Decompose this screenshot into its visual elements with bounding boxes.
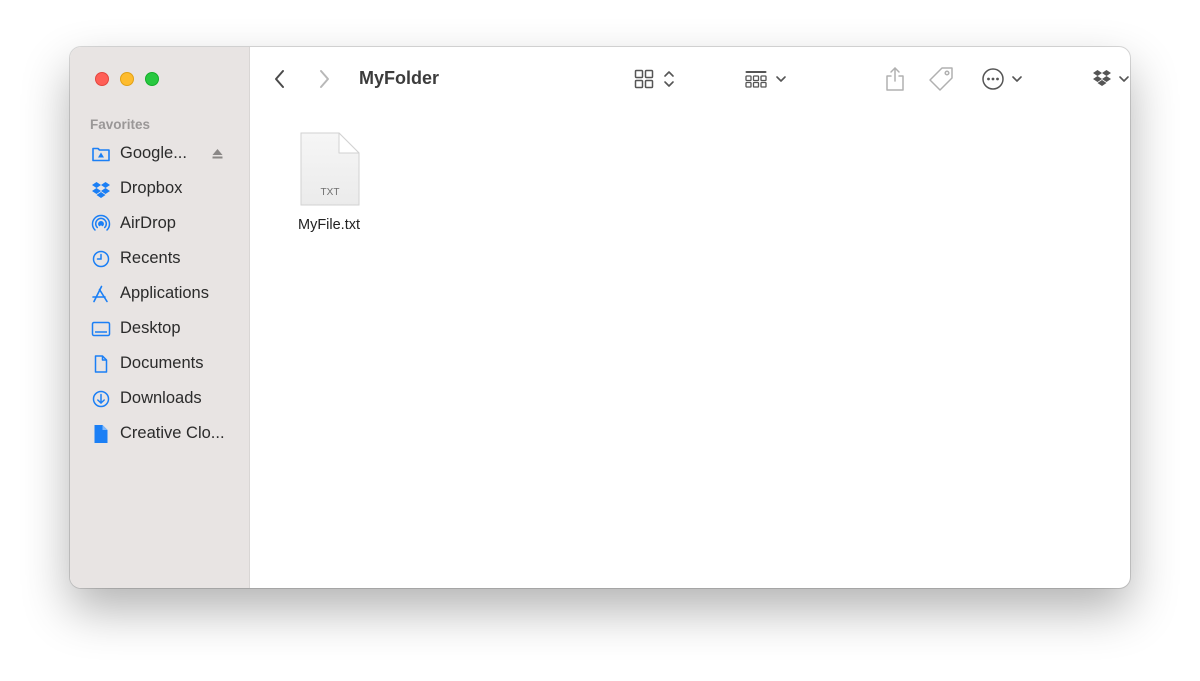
forward-icon [320,70,329,88]
sidebar: Favorites Google... Dropbox AirDrop Rece… [70,47,250,588]
forward-button[interactable] [317,65,331,93]
sidebar-item-creative-cloud[interactable]: Creative Clo... [70,416,249,451]
sidebar-item-recents[interactable]: Recents [70,241,249,276]
eject-icon[interactable] [211,147,224,160]
document-icon [91,354,111,374]
finder-window: Favorites Google... Dropbox AirDrop Rece… [70,47,1130,588]
sidebar-item-documents[interactable]: Documents [70,346,249,381]
sidebar-item-airdrop[interactable]: AirDrop [70,206,249,241]
sidebar-item-label: Desktop [120,319,181,337]
dropbox-icon [1093,70,1129,86]
sidebar-item-desktop[interactable]: Desktop [70,311,249,346]
group-button[interactable] [744,65,790,93]
sidebar-item-label: Applications [120,284,209,302]
tag-icon [929,67,953,91]
sidebar-item-label: Dropbox [120,179,183,197]
folder-title: MyFolder [359,68,440,88]
share-icon [886,67,904,91]
sidebar-item-label: Google... [120,144,187,162]
more-actions-icon [982,68,1022,90]
sidebar-item-label: Recents [120,249,181,267]
creative-cloud-file-icon [91,424,111,444]
back-icon [275,70,284,88]
file-name: MyFile.txt [297,217,361,233]
applications-icon [91,284,111,304]
sidebar-item-label: Creative Clo... [120,424,225,442]
more-actions-button[interactable] [981,65,1025,93]
sidebar-item-label: Documents [120,354,204,372]
dropbox-icon [91,179,111,199]
file-browser: TXT MyFile.txt [249,111,1130,588]
sidebar-item-dropbox[interactable]: Dropbox [70,171,249,206]
sidebar-section-favorites: Favorites [90,117,151,132]
google-drive-icon [91,144,111,164]
clock-icon [91,249,111,269]
sidebar-item-downloads[interactable]: Downloads [70,381,249,416]
download-icon [91,389,111,409]
share-button[interactable] [883,65,907,93]
file-extension-label: TXT [320,187,340,198]
zoom-button[interactable] [145,72,159,86]
dropbox-toolbar-button[interactable] [1092,65,1130,93]
close-button[interactable] [95,72,109,86]
airdrop-icon [91,214,111,234]
traffic-lights [95,72,159,86]
icon-view-icon [634,69,674,89]
view-mode-button[interactable] [634,65,680,93]
group-icon [745,71,786,88]
minimize-button[interactable] [120,72,134,86]
sidebar-list: Google... Dropbox AirDrop Recents Applic… [70,136,249,451]
desktop-icon [91,319,111,339]
sidebar-item-google-drive[interactable]: Google... [70,136,249,171]
sidebar-item-applications[interactable]: Applications [70,276,249,311]
file-item[interactable]: TXT MyFile.txt [289,131,369,233]
sidebar-item-label: AirDrop [120,214,176,232]
text-file-icon: TXT [299,131,361,207]
back-button[interactable] [273,65,287,93]
tag-button[interactable] [928,65,956,93]
sidebar-item-label: Downloads [120,389,202,407]
toolbar: MyFolder [249,47,1130,111]
